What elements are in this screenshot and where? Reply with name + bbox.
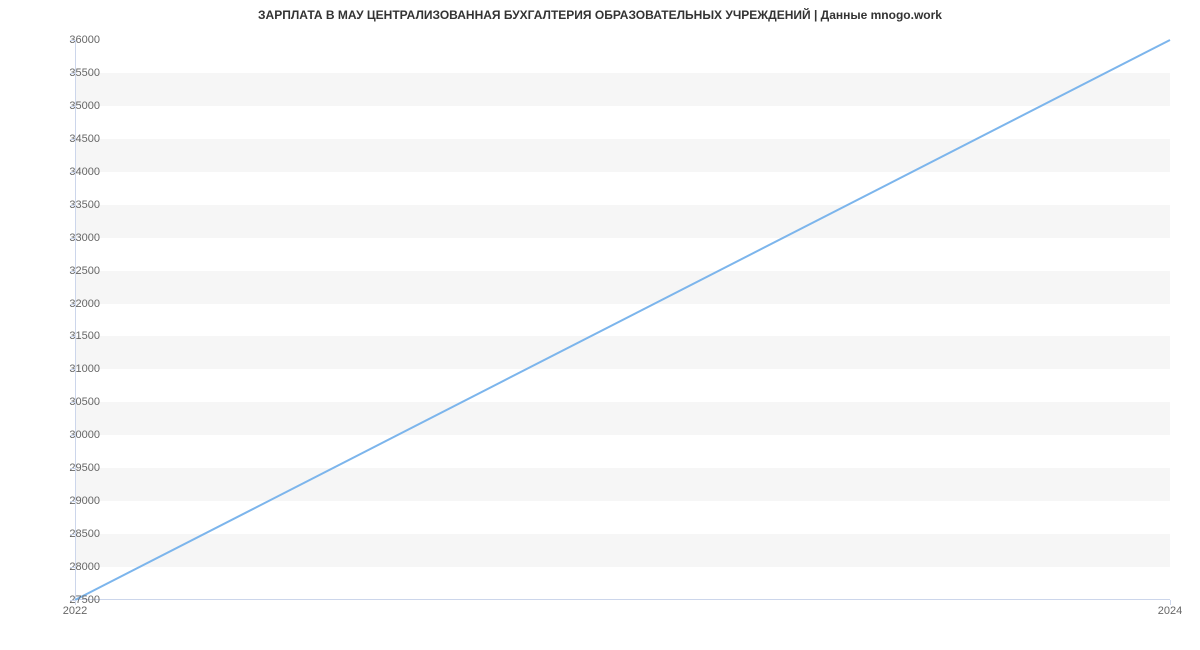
y-tick-mark	[70, 369, 75, 370]
y-tick-mark	[70, 238, 75, 239]
salary-line	[75, 40, 1170, 600]
y-tick-mark	[70, 501, 75, 502]
x-tick-mark	[75, 600, 76, 605]
y-tick-mark	[70, 567, 75, 568]
x-tick-label: 2022	[63, 605, 87, 617]
y-tick-label: 32500	[50, 265, 100, 277]
y-tick-label: 36000	[50, 34, 100, 46]
y-tick-mark	[70, 435, 75, 436]
y-tick-label: 33500	[50, 199, 100, 211]
y-tick-label: 30000	[50, 429, 100, 441]
x-tick-mark	[1170, 600, 1171, 605]
y-tick-mark	[70, 304, 75, 305]
x-tick-label: 2024	[1158, 605, 1182, 617]
y-tick-mark	[70, 40, 75, 41]
line-chart-svg	[75, 40, 1170, 600]
plot-area	[75, 40, 1170, 600]
y-tick-label: 35500	[50, 67, 100, 79]
y-tick-label: 29000	[50, 495, 100, 507]
y-tick-mark	[70, 468, 75, 469]
y-tick-label: 34500	[50, 133, 100, 145]
y-tick-label: 34000	[50, 166, 100, 178]
y-tick-label: 31000	[50, 363, 100, 375]
y-tick-mark	[70, 534, 75, 535]
y-tick-label: 30500	[50, 396, 100, 408]
y-tick-label: 29500	[50, 462, 100, 474]
y-tick-label: 28000	[50, 561, 100, 573]
y-tick-mark	[70, 271, 75, 272]
y-tick-mark	[70, 73, 75, 74]
y-tick-label: 32000	[50, 298, 100, 310]
chart-title: ЗАРПЛАТА В МАУ ЦЕНТРАЛИЗОВАННАЯ БУХГАЛТЕ…	[0, 0, 1200, 22]
y-tick-mark	[70, 172, 75, 173]
y-tick-label: 31500	[50, 330, 100, 342]
y-tick-label: 28500	[50, 528, 100, 540]
y-tick-mark	[70, 106, 75, 107]
y-tick-mark	[70, 139, 75, 140]
y-tick-label: 33000	[50, 232, 100, 244]
y-tick-label: 35000	[50, 100, 100, 112]
y-tick-mark	[70, 336, 75, 337]
y-tick-mark	[70, 402, 75, 403]
y-tick-mark	[70, 205, 75, 206]
